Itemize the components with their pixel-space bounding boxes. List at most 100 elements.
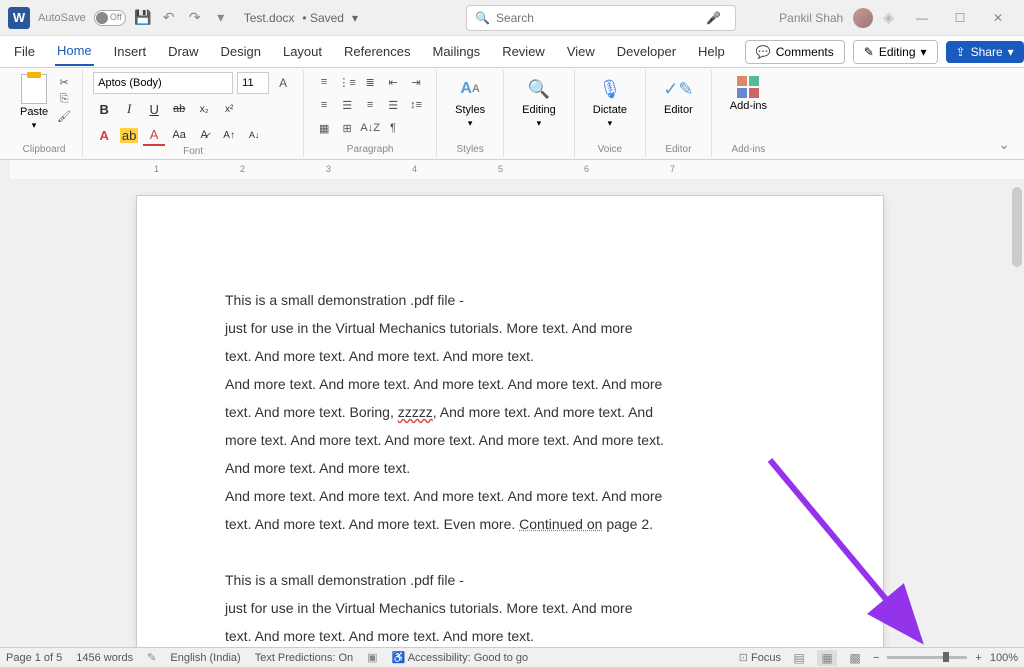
tab-review[interactable]: Review (500, 38, 547, 65)
borders-button[interactable]: ⊞ (337, 118, 357, 138)
tab-references[interactable]: References (342, 38, 412, 65)
align-right-button[interactable]: ≡ (360, 95, 380, 115)
collapse-ribbon-icon[interactable]: ⌄ (990, 132, 1018, 157)
word-count[interactable]: 1456 words (76, 652, 133, 664)
print-layout-icon[interactable]: ▦ (817, 650, 837, 666)
zoom-out-button[interactable]: − (873, 652, 879, 664)
tab-insert[interactable]: Insert (112, 38, 149, 65)
change-case-button[interactable]: Aa (168, 124, 190, 146)
zoom-slider[interactable] (887, 656, 967, 659)
tab-home[interactable]: Home (55, 37, 94, 66)
spellcheck-error[interactable]: zzzzz (398, 404, 433, 420)
vertical-ruler[interactable] (0, 179, 10, 647)
ruler[interactable]: 1 2 3 4 5 6 7 (0, 160, 1024, 180)
numbering-button[interactable]: ⋮≡ (337, 72, 357, 92)
maximize-button[interactable]: ☐ (942, 3, 978, 33)
show-marks-button[interactable]: ¶ (383, 118, 403, 138)
paste-icon (21, 74, 47, 104)
tab-draw[interactable]: Draw (166, 38, 200, 65)
close-button[interactable]: ✕ (980, 3, 1016, 33)
paste-button[interactable]: Paste▾ (16, 72, 52, 133)
tab-developer[interactable]: Developer (615, 38, 678, 65)
saved-indicator[interactable]: • Saved (302, 11, 344, 25)
web-layout-icon[interactable]: ▩ (845, 650, 865, 666)
strikethrough-button[interactable]: ab (168, 98, 190, 120)
document-title[interactable]: Test.docx (244, 11, 295, 25)
zoom-in-button[interactable]: + (975, 652, 981, 664)
comments-button[interactable]: 💬Comments (745, 40, 845, 64)
font-name-select[interactable] (93, 72, 233, 94)
highlight-button[interactable]: ab (118, 124, 140, 146)
mic-icon[interactable]: 🎤 (706, 11, 721, 25)
premium-icon[interactable]: ◈ (883, 9, 894, 26)
font-grow-button[interactable]: A↑ (218, 124, 240, 146)
multilevel-button[interactable]: ≣ (360, 72, 380, 92)
dictate-button[interactable]: 🎙 Dictate▾ (585, 72, 635, 133)
format-painter-icon[interactable]: 🖌 (56, 109, 72, 123)
text-effects-button[interactable]: A (93, 124, 115, 146)
vertical-scrollbar[interactable] (1010, 179, 1024, 647)
align-center-button[interactable]: ☰ (337, 95, 357, 115)
shading-button[interactable]: ▦ (314, 118, 334, 138)
search-box[interactable]: 🔍 🎤 (466, 5, 736, 31)
autosave-label: AutoSave (38, 12, 86, 24)
document-scroll[interactable]: This is a small demonstration .pdf file … (10, 179, 1010, 647)
justify-button[interactable]: ☰ (383, 95, 403, 115)
tab-layout[interactable]: Layout (281, 38, 324, 65)
line-spacing-button[interactable]: ↕≡ (406, 95, 426, 115)
superscript-button[interactable]: x² (218, 98, 240, 120)
scroll-thumb[interactable] (1012, 187, 1022, 267)
read-mode-icon[interactable]: ▤ (789, 650, 809, 666)
text-predictions[interactable]: Text Predictions: On (255, 652, 353, 664)
avatar[interactable] (853, 8, 873, 28)
addins-button[interactable]: Add-ins (722, 72, 775, 116)
tab-file[interactable]: File (12, 38, 37, 65)
font-shrink-button[interactable]: A↓ (243, 124, 265, 146)
language-indicator[interactable]: English (India) (170, 652, 240, 664)
editing-mode-button[interactable]: ✎Editing▾ (853, 40, 938, 64)
autosave-toggle[interactable]: Off (94, 10, 126, 26)
subscript-button[interactable]: x₂ (193, 98, 215, 120)
accessibility-status[interactable]: ♿ Accessibility: Good to go (392, 651, 529, 664)
zoom-level[interactable]: 100% (990, 652, 1018, 664)
font-size-select[interactable] (237, 72, 269, 94)
page-indicator[interactable]: Page 1 of 5 (6, 652, 62, 664)
user-name[interactable]: Pankil Shah (779, 11, 843, 25)
title-dropdown-icon[interactable]: ▾ (352, 11, 358, 25)
spellcheck-icon[interactable]: ✎ (147, 651, 156, 664)
undo-icon[interactable]: ↶ (160, 9, 178, 27)
group-styles: AA Styles▾ Styles (437, 70, 504, 157)
share-button[interactable]: ⇪Share▾ (946, 41, 1024, 63)
tab-help[interactable]: Help (696, 38, 727, 65)
tab-view[interactable]: View (565, 38, 597, 65)
tab-design[interactable]: Design (219, 38, 263, 65)
indent-inc-button[interactable]: ⇥ (406, 72, 426, 92)
tab-mailings[interactable]: Mailings (431, 38, 483, 65)
save-icon[interactable]: 💾 (134, 9, 152, 27)
editing-dropdown[interactable]: 🔍 Editing▾ (514, 72, 564, 133)
copy-icon[interactable]: ⎘ (56, 92, 72, 106)
underline-button[interactable]: U (143, 98, 165, 120)
bullets-button[interactable]: ≡ (314, 72, 334, 92)
document-body[interactable]: This is a small demonstration .pdf file … (225, 286, 795, 647)
clear-formatting-button[interactable]: A̷ (193, 124, 215, 146)
editor-button[interactable]: ✓✎ Editor (656, 72, 701, 120)
font-color-button[interactable]: A (143, 124, 165, 146)
align-left-button[interactable]: ≡ (314, 95, 334, 115)
font-grow-icon[interactable]: A (273, 72, 293, 94)
group-addins: Add-ins Add-ins (712, 70, 785, 157)
bold-button[interactable]: B (93, 98, 115, 120)
macro-icon[interactable]: ▣ (367, 651, 377, 664)
minimize-button[interactable]: — (904, 3, 940, 33)
italic-button[interactable]: I (118, 98, 140, 120)
sort-button[interactable]: A↓Z (360, 118, 380, 138)
group-font: A B I U ab x₂ x² A ab A Aa A̷ A↑ A↓ Font (83, 70, 304, 157)
styles-button[interactable]: AA Styles▾ (447, 72, 493, 133)
focus-mode[interactable]: ⊡ Focus (739, 651, 781, 664)
cut-icon[interactable]: ✂ (56, 75, 72, 89)
indent-dec-button[interactable]: ⇤ (383, 72, 403, 92)
continued-link[interactable]: Continued on (519, 516, 602, 532)
search-input[interactable] (496, 11, 706, 25)
redo-icon[interactable]: ↷ (186, 9, 204, 27)
page[interactable]: This is a small demonstration .pdf file … (136, 195, 884, 647)
